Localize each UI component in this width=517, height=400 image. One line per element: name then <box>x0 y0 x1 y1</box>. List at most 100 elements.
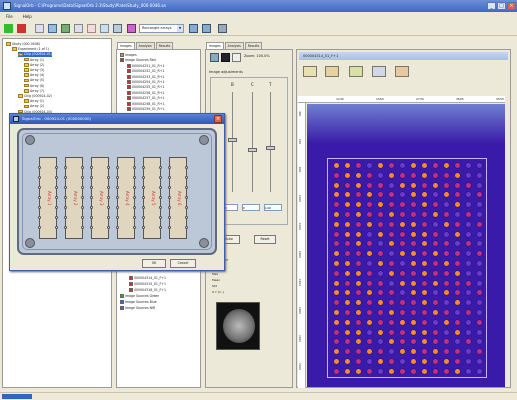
save-image-icon[interactable] <box>221 53 230 62</box>
image-item[interactable]: 000004256_01_R+1 <box>127 90 164 96</box>
spot <box>466 349 471 355</box>
layout-icon[interactable] <box>74 24 83 33</box>
chip-array[interactable]: Array 2 <box>64 157 84 239</box>
image-item[interactable]: 000004258_01_R+1 <box>127 101 164 107</box>
spot <box>422 231 427 237</box>
image-item[interactable]: 000004259_01_R+1 <box>127 107 164 112</box>
image-item[interactable]: 000004316_01_F+1 <box>129 288 166 293</box>
chip-well <box>55 166 58 169</box>
spot <box>444 349 449 355</box>
tab-images[interactable]: Images <box>117 42 135 49</box>
settings-icon[interactable] <box>218 24 227 33</box>
minimize-button[interactable]: _ <box>487 2 496 10</box>
tab-images-2[interactable]: Images <box>206 42 224 49</box>
chip-well <box>116 166 119 169</box>
fit-icon[interactable] <box>210 53 219 62</box>
new-icon[interactable] <box>35 24 44 33</box>
threshold-slider[interactable] <box>266 146 275 150</box>
view-tool-icon-1[interactable] <box>303 66 317 77</box>
view-tool-icon-3[interactable] <box>349 66 363 77</box>
tab-analysis-2[interactable]: Analysis <box>224 42 244 49</box>
chip-array[interactable]: Array 4 <box>116 157 136 239</box>
import-icon[interactable] <box>113 24 122 33</box>
tab-results[interactable]: Results <box>155 42 174 49</box>
export-icon[interactable] <box>100 24 109 33</box>
spot <box>345 349 350 355</box>
chip-well <box>133 226 136 229</box>
arrays-icon[interactable] <box>127 24 136 33</box>
spot <box>422 290 427 296</box>
menu-file[interactable]: File <box>6 12 13 22</box>
chip-well <box>168 226 171 229</box>
chip-array[interactable]: Array 5 <box>142 157 162 239</box>
save-icon[interactable] <box>48 24 57 33</box>
image-item[interactable]: 000004251_01_R+1 <box>127 63 164 69</box>
chip-array[interactable]: Array 1 <box>38 157 58 239</box>
image-item-label: 000004259_01_R+1 <box>132 107 165 111</box>
spot <box>422 319 427 325</box>
maximize-button[interactable]: □ <box>497 2 506 10</box>
image-item[interactable]: 000004252_01_R+1 <box>127 69 164 74</box>
spot <box>378 310 383 315</box>
view-tool-icon-5[interactable] <box>395 66 409 77</box>
image-item[interactable]: 000004254_01_R+1 <box>127 80 164 85</box>
chip-well <box>107 216 110 219</box>
image-item[interactable]: 000004314_01_F+1 <box>129 276 166 281</box>
chip-array-label: Array 5 <box>151 190 156 206</box>
array-type-select[interactable]: Rectangle arrays ▼ <box>139 24 184 33</box>
brightness-slider[interactable] <box>228 138 237 142</box>
chip-well <box>185 226 188 229</box>
chip-well <box>81 216 84 219</box>
image-item[interactable]: Image Sources NIR <box>120 306 155 311</box>
cancel-button[interactable]: Cancel <box>170 259 196 268</box>
image-item[interactable]: 000004315_01_F+1 <box>129 282 166 287</box>
spot <box>422 270 427 276</box>
copy-icon[interactable] <box>87 24 96 33</box>
view-tool-icon-2[interactable] <box>325 66 339 77</box>
zoom-icon[interactable] <box>232 53 241 62</box>
ok-button[interactable]: OK <box>142 259 166 268</box>
spot <box>444 368 449 374</box>
plate-image[interactable] <box>307 104 505 387</box>
close-file-icon[interactable] <box>17 24 26 33</box>
image-item[interactable]: Image Sources Blue <box>120 300 157 305</box>
image-item[interactable]: 000004257_01_R+1 <box>127 96 164 101</box>
menu-help[interactable]: Help <box>23 12 32 22</box>
array-region[interactable] <box>327 158 487 378</box>
tab-results-2[interactable]: Results <box>244 42 263 49</box>
image-item[interactable]: Image Sources Red <box>120 58 156 63</box>
image-item-label: 000004316_01_F+1 <box>134 288 167 292</box>
contrast-field[interactable] <box>242 204 260 211</box>
spot <box>400 163 405 168</box>
image-item[interactable]: Images <box>120 53 137 58</box>
spot <box>422 163 427 168</box>
apply-icon[interactable] <box>189 24 198 33</box>
spot <box>356 280 361 286</box>
image-item[interactable]: 000004255_01_R+1 <box>127 85 164 90</box>
open-icon[interactable] <box>4 24 13 33</box>
spot <box>477 182 482 188</box>
spot <box>334 182 339 188</box>
tab-analysis[interactable]: Analysis <box>135 42 155 49</box>
contrast-track <box>252 92 253 192</box>
image-item[interactable]: Image Sources Green <box>120 294 159 299</box>
close-button[interactable]: × <box>507 2 516 10</box>
view-tool-icon-4[interactable] <box>372 66 386 77</box>
spot <box>378 261 383 266</box>
reset-button[interactable]: Reset <box>254 235 276 244</box>
screw-bottom-left <box>25 238 35 248</box>
refresh-icon[interactable] <box>202 24 211 33</box>
spot <box>466 290 471 296</box>
chip-array[interactable]: Array 3 <box>90 157 110 239</box>
dialog-close-button[interactable]: × <box>214 115 222 123</box>
chip-well <box>38 166 41 169</box>
tree-item-label: Array (1) <box>30 57 45 62</box>
spot <box>455 212 460 217</box>
chip-array[interactable]: Array 6 <box>168 157 188 239</box>
slider-label-b: B <box>231 82 234 87</box>
threshold-field[interactable] <box>264 204 282 211</box>
image-item[interactable]: 000004253_01_R+1 <box>127 74 164 80</box>
screw-top-right <box>199 135 209 145</box>
contrast-slider[interactable] <box>248 148 257 152</box>
grid-icon[interactable] <box>61 24 70 33</box>
